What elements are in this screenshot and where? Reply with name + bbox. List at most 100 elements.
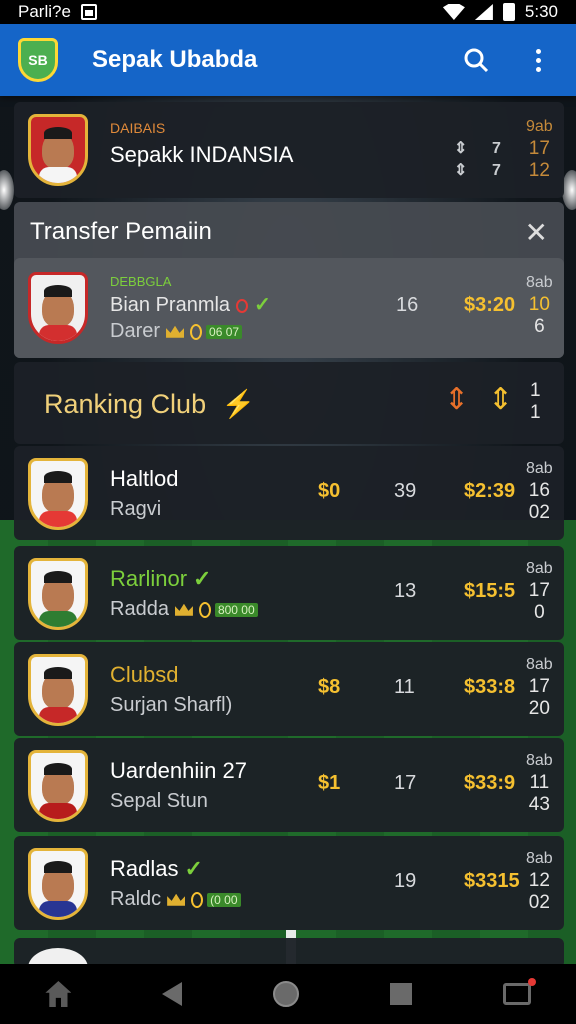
sort-up-icon[interactable]: ⇕ bbox=[444, 382, 469, 417]
club-col: 8ab 12 02 bbox=[526, 850, 553, 913]
club-name: Rarlinor ✓ bbox=[110, 566, 212, 591]
club-row[interactable]: Radlas ✓ Raldc (0 00 19 $3315 8ab 12 02 bbox=[14, 836, 564, 930]
league-badge bbox=[28, 114, 88, 186]
crown-icon bbox=[166, 325, 185, 338]
stadium-light bbox=[562, 170, 576, 210]
header-col-3: 9ab 17 12 bbox=[526, 118, 553, 181]
transfer-item[interactable]: DEBBGLA Bian Pranmla ✓ Darer 06 07 16 $3:2… bbox=[14, 258, 564, 358]
club-shirt bbox=[39, 901, 77, 917]
drop-icon bbox=[198, 601, 211, 618]
ranking-title: Ranking Club ⚡ bbox=[44, 389, 256, 419]
player-sub: Darer 06 07 bbox=[110, 320, 243, 343]
club-sub: Ragvi bbox=[110, 498, 162, 520]
player-face bbox=[42, 285, 74, 327]
more-vert-icon bbox=[535, 48, 541, 72]
app-bar: SB Sepak Ubabda bbox=[0, 24, 576, 96]
club-stat: 13 bbox=[394, 580, 417, 602]
transfer-section: Transfer Pemaiin ✕ DEBBGLA Bian Pranmla ✓… bbox=[14, 202, 564, 358]
system-nav-bar bbox=[0, 964, 576, 1024]
search-button[interactable] bbox=[456, 40, 496, 80]
club-chip: 800 00 bbox=[214, 602, 258, 617]
club-price: $3315 bbox=[464, 870, 520, 892]
player-label: DEBBGLA bbox=[110, 274, 172, 289]
club-price: $2:39 bbox=[464, 480, 516, 502]
lightning-icon: ⚡ bbox=[221, 389, 256, 419]
club-row[interactable]: Rarlinor ✓ Radda 800 00 13 $15:5 8ab 17 0 bbox=[14, 546, 564, 640]
battery-icon bbox=[502, 3, 515, 21]
player-face bbox=[42, 667, 74, 709]
cart-icon[interactable] bbox=[502, 978, 536, 1005]
club-price: $15:5 bbox=[464, 580, 516, 602]
header-col-1: ⇕ ⇕ bbox=[454, 140, 468, 179]
crown-icon bbox=[167, 893, 186, 906]
home-circle-icon[interactable] bbox=[272, 981, 299, 1007]
home-icon[interactable] bbox=[45, 981, 72, 1007]
player-face bbox=[42, 471, 74, 513]
club-name: Clubsd bbox=[110, 662, 179, 687]
check-icon: ✓ bbox=[254, 294, 271, 316]
club-gold: $1 bbox=[318, 772, 341, 794]
club-name: Uardenhiin 27 bbox=[110, 758, 247, 783]
club-gold: $0 bbox=[318, 480, 341, 502]
club-badge bbox=[28, 458, 88, 530]
club-shirt bbox=[39, 611, 77, 627]
status-left-text: Parli?e bbox=[18, 2, 71, 21]
status-bar: Parli?e 5:30 bbox=[0, 0, 576, 24]
club-name: Radlas ✓ bbox=[110, 856, 203, 881]
notification-icon bbox=[80, 4, 97, 20]
league-label: DAIBAIS bbox=[110, 120, 166, 136]
app-title: Sepak Ubabda bbox=[92, 46, 258, 73]
header-col-2: 77 bbox=[492, 140, 501, 179]
transfer-stat: 16 bbox=[396, 294, 419, 316]
club-stat: 19 bbox=[394, 870, 417, 892]
club-shirt bbox=[39, 511, 77, 527]
club-shirt bbox=[39, 707, 77, 723]
club-gold: $8 bbox=[318, 676, 341, 698]
club-col: 8ab 16 02 bbox=[526, 460, 553, 523]
app-logo[interactable]: SB bbox=[18, 38, 58, 82]
recents-icon[interactable] bbox=[389, 983, 412, 1005]
club-row[interactable]: Haltlod Ragvi $0 39 $2:39 8ab 16 02 bbox=[14, 446, 564, 540]
league-header-card[interactable]: DAIBAIS Sepakk INDANSIA ⇕ ⇕ 77 9ab 17 12 bbox=[14, 102, 564, 198]
club-shirt bbox=[39, 803, 77, 819]
search-icon bbox=[464, 48, 489, 73]
sort-down-icon[interactable]: ⇕ bbox=[488, 382, 513, 417]
transfer-col: 8ab 10 6 bbox=[526, 274, 553, 337]
club-price: $33:9 bbox=[464, 772, 516, 794]
club-row[interactable]: Uardenhiin 27 Sepal Stun $1 17 $33:9 8ab 11 43 bbox=[14, 738, 564, 832]
player-face bbox=[42, 571, 74, 613]
club-row[interactable]: Clubsd Surjan Sharfl) $8 11 $33:8 8ab 17 20 bbox=[14, 642, 564, 736]
player-face bbox=[42, 861, 74, 903]
status-time: 5:30 bbox=[524, 2, 558, 21]
club-badge bbox=[28, 750, 88, 822]
league-title: Sepakk INDANSIA bbox=[110, 142, 294, 167]
club-sub: Surjan Sharfl) bbox=[110, 694, 233, 716]
player-chip: 06 07 bbox=[206, 324, 243, 339]
ranking-col: 11 bbox=[530, 380, 541, 423]
club-name: Haltlod bbox=[110, 466, 179, 491]
crown-icon bbox=[174, 603, 193, 616]
transfer-title: Transfer Pemaiin bbox=[30, 218, 212, 245]
check-icon: ✓ bbox=[193, 566, 212, 591]
player-face bbox=[42, 127, 74, 169]
player-name: Bian Pranmla ✓ bbox=[110, 294, 271, 316]
overflow-menu-button[interactable] bbox=[518, 40, 558, 80]
player-badge bbox=[28, 272, 88, 344]
club-price: $33:8 bbox=[464, 676, 516, 698]
player-face bbox=[42, 763, 74, 805]
transfer-price: $3:20 bbox=[464, 294, 516, 316]
club-stat: 11 bbox=[394, 676, 415, 698]
club-chip: (0 00 bbox=[207, 892, 241, 907]
wifi-icon bbox=[442, 4, 465, 20]
status-icon bbox=[236, 298, 249, 313]
back-icon[interactable] bbox=[162, 982, 183, 1006]
club-badge bbox=[28, 848, 88, 920]
drop-icon bbox=[191, 891, 204, 908]
club-col: 8ab 11 43 bbox=[526, 752, 553, 815]
club-col: 8ab 17 20 bbox=[526, 656, 553, 719]
drop-icon bbox=[190, 323, 203, 340]
close-icon[interactable]: ✕ bbox=[525, 216, 548, 249]
club-badge bbox=[28, 558, 88, 630]
check-icon: ✓ bbox=[184, 856, 203, 881]
club-sub: Raldc (0 00 bbox=[110, 888, 241, 911]
